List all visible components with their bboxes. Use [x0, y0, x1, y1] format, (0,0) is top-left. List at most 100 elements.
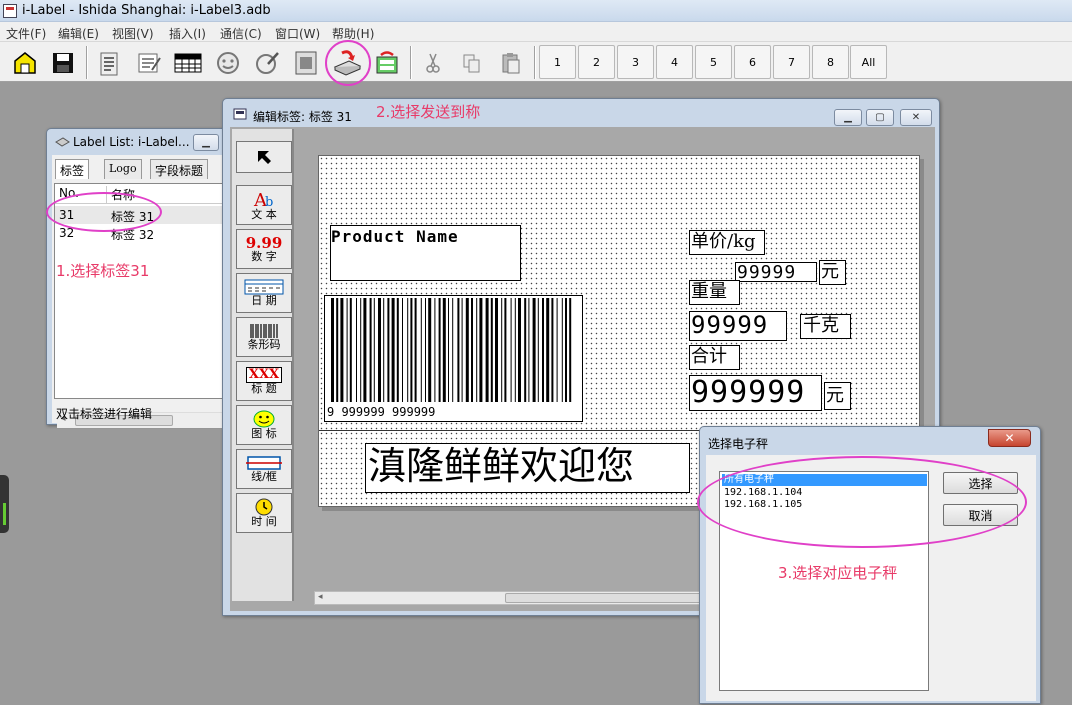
weight-title[interactable]: 重量	[689, 280, 740, 305]
number-tool-button[interactable]: 9.99 数 字	[236, 229, 292, 269]
row-no: 31	[59, 208, 75, 222]
weight-value[interactable]: 99999	[689, 311, 787, 341]
svg-text:b: b	[265, 195, 273, 209]
barcode-tool-label: 条形码	[247, 338, 281, 351]
status-text: 双击标签进行编辑	[56, 407, 153, 421]
table-row[interactable]: 31 标签 31	[55, 206, 228, 224]
menu-help[interactable]: 帮助(H)	[332, 25, 374, 42]
scale-connect-icon[interactable]	[211, 46, 245, 79]
edit-check-icon[interactable]	[250, 46, 284, 79]
barcode-bar	[551, 298, 554, 402]
side-handle[interactable]	[0, 475, 9, 533]
paste-icon[interactable]	[494, 46, 528, 79]
barcode-bar	[373, 298, 375, 402]
close-button[interactable]: ✕	[900, 109, 932, 126]
cancel-button[interactable]: 取消	[943, 504, 1018, 526]
unit-price-currency[interactable]: 元	[819, 260, 846, 285]
total-currency[interactable]: 元	[824, 382, 851, 410]
dialog-title: 选择电子秤	[708, 437, 769, 451]
icon-tool-button[interactable]: 图 标	[236, 405, 292, 445]
unit-price-title[interactable]: 单价/kg	[689, 230, 765, 255]
toolbar-label-6-button[interactable]: 6	[734, 45, 771, 79]
toolbar-all-button[interactable]: All	[850, 45, 887, 79]
barcode-bar	[457, 298, 460, 402]
barcode-tool-button[interactable]: 条形码	[236, 317, 292, 357]
minimize-button[interactable]: ▁	[193, 134, 219, 151]
number-tool-icon: 9.99	[245, 234, 283, 252]
menu-insert[interactable]: 插入(I)	[169, 25, 206, 42]
tab-logo[interactable]: Logo	[104, 159, 142, 179]
save-icon[interactable]	[46, 46, 80, 79]
cut-icon[interactable]	[416, 46, 450, 79]
minimize-button[interactable]: ▁	[834, 109, 862, 126]
pointer-tool-button[interactable]	[236, 141, 292, 173]
scale-list-item[interactable]: 192.168.1.104	[722, 487, 927, 499]
barcode-bar	[556, 298, 558, 402]
toolbar-label-4-button[interactable]: 4	[656, 45, 693, 79]
menu-view[interactable]: 视图(V)	[112, 25, 154, 42]
scale-list-item[interactable]: 192.168.1.105	[722, 499, 927, 511]
table-row[interactable]: 32 标签 32	[55, 224, 228, 242]
toolbar-label-3-button[interactable]: 3	[617, 45, 654, 79]
text-tool-button[interactable]: Ab 文 本	[236, 185, 292, 225]
barcode-bar	[537, 298, 539, 402]
barcode-bar	[528, 298, 530, 402]
total-title[interactable]: 合计	[689, 345, 740, 370]
menu-window[interactable]: 窗口(W)	[275, 25, 320, 42]
footer-greeting-text[interactable]: 滇隆鲜鲜欢迎您	[365, 443, 690, 493]
toolbar-label-5-button[interactable]: 5	[695, 45, 732, 79]
label-settings-icon[interactable]	[92, 46, 126, 79]
row-name: 标签 32	[111, 228, 155, 242]
barcode-bar	[542, 298, 544, 402]
barcode-bar	[479, 298, 483, 402]
barcode-bar	[448, 298, 449, 402]
column-header-name[interactable]: 名称	[107, 186, 228, 204]
toolbar-label-7-button[interactable]: 7	[773, 45, 810, 79]
menu-file[interactable]: 文件(F)	[6, 25, 46, 42]
barcode-bar	[383, 298, 385, 402]
close-button[interactable]: ✕	[988, 429, 1031, 447]
tab-labels[interactable]: 标签	[55, 159, 90, 179]
menu-edit[interactable]: 编辑(E)	[58, 25, 99, 42]
send-to-scale-icon[interactable]	[330, 46, 364, 79]
maximize-button[interactable]: ▢	[866, 109, 894, 126]
barcode-bar	[356, 298, 357, 402]
annotation-step2: 2.选择发送到称	[376, 103, 481, 121]
product-name-field[interactable]: Product Name	[330, 225, 521, 281]
date-tool-button[interactable]: 日 期	[236, 273, 292, 313]
scale-list-item[interactable]: 所有电子秤	[722, 474, 927, 486]
column-header-no[interactable]: No.	[55, 186, 107, 204]
select-button[interactable]: 选择	[943, 472, 1018, 494]
time-tool-button[interactable]: 时 间	[236, 493, 292, 533]
barcode-bar	[561, 298, 563, 402]
text-tool-icon: Ab	[253, 190, 273, 209]
open-folder-icon[interactable]	[8, 46, 42, 79]
label-list-title: Label List: i-Label...	[73, 135, 190, 149]
barcode-field[interactable]: 9 999999 999999	[324, 295, 583, 422]
template-icon[interactable]	[289, 46, 323, 79]
barcode-bar	[546, 298, 550, 402]
toolbar-label-1-button[interactable]: 1	[539, 45, 576, 79]
total-value[interactable]: 999999	[689, 375, 822, 411]
barcode-bar	[434, 298, 436, 402]
barcode-bar	[514, 298, 516, 402]
edit-table-icon[interactable]	[132, 46, 166, 79]
weight-unit[interactable]: 千克	[800, 314, 851, 339]
title-tool-button[interactable]: XXX 标 题	[236, 361, 292, 401]
line-box-tool-button[interactable]: 线/框	[236, 449, 292, 489]
toolbar-label-8-button[interactable]: 8	[812, 45, 849, 79]
menu-communication[interactable]: 通信(C)	[220, 25, 262, 42]
barcode-bar	[407, 298, 409, 402]
grid-table-icon[interactable]	[171, 46, 205, 79]
barcode-bar	[387, 298, 390, 402]
unit-price-value[interactable]: 99999	[735, 262, 817, 282]
tab-field-titles[interactable]: 字段标题	[150, 159, 209, 179]
barcode-bar	[420, 298, 422, 402]
toolbar-label-2-button[interactable]: 2	[578, 45, 615, 79]
toolbar: 1 2 3 4 5 6 7 8 All	[0, 42, 1072, 82]
time-tool-label: 时 间	[251, 515, 277, 528]
copy-icon[interactable]	[455, 46, 489, 79]
barcode-bars	[331, 298, 572, 402]
receive-from-scale-icon[interactable]	[370, 46, 404, 79]
barcode-bar	[369, 298, 372, 402]
